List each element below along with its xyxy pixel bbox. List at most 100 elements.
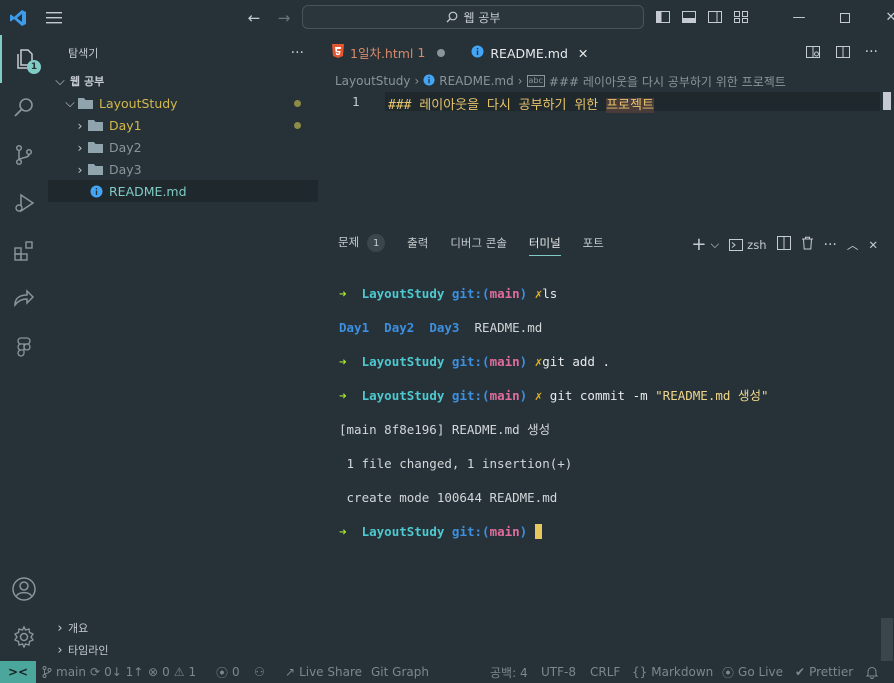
toggle-secondary-sidebar-icon[interactable]: [707, 9, 723, 25]
chevron-right-icon: ›: [77, 139, 83, 155]
chevron-right-icon: ›: [57, 620, 63, 636]
symbol-string-icon: abc: [526, 75, 545, 87]
hamburger-menu-icon[interactable]: [36, 0, 72, 35]
editor-more-button[interactable]: ···: [865, 44, 878, 63]
split-editor-icon[interactable]: [835, 44, 851, 63]
tree-item-day3[interactable]: › Day3: [48, 158, 318, 180]
open-preview-icon[interactable]: [805, 44, 821, 63]
editor-tabs: 1일차.html 1 README.md ✕ ···: [318, 35, 894, 70]
extensions-icon[interactable]: [0, 227, 48, 275]
title-bar: ← → 웹 공부 — ✕: [0, 0, 894, 35]
customize-layout-icon[interactable]: [733, 9, 749, 25]
folder-open-icon: [78, 95, 94, 111]
language-status[interactable]: {} Markdown: [632, 661, 713, 683]
breadcrumb-folder[interactable]: LayoutStudy: [335, 74, 410, 88]
tab-readme[interactable]: README.md ✕: [455, 35, 599, 70]
go-live-status[interactable]: ⦿ Go Live: [722, 661, 783, 683]
tab-label: 문제: [338, 234, 360, 249]
code-line[interactable]: ### 레이아웃을 다시 공부하기 위한 프로젝트: [388, 94, 654, 113]
tree-item-day1[interactable]: › Day1: [48, 114, 318, 136]
check-double-icon: ✔: [795, 665, 806, 679]
eol-status[interactable]: CRLF: [590, 661, 620, 683]
remote-indicator[interactable]: ><: [0, 661, 36, 683]
terminal-line: 1 file changed, 1 insertion(+): [339, 456, 573, 471]
outline-label: 개요: [68, 622, 89, 635]
git-sync[interactable]: ⟳ 0↓ 1↑: [90, 661, 143, 683]
code-editor[interactable]: 1 ### 레이아웃을 다시 공부하기 위한 프로젝트: [318, 90, 894, 220]
tab-problems[interactable]: 문제 1: [338, 234, 386, 253]
workspace-header[interactable]: ⌵ 웹 공부: [48, 70, 318, 92]
sidebar-more-button[interactable]: ···: [291, 45, 304, 61]
tab-ports[interactable]: 포트: [583, 235, 604, 251]
accounts-icon[interactable]: [0, 565, 48, 613]
ports-status[interactable]: ⦿ 0: [216, 661, 240, 683]
language-label: Markdown: [651, 665, 714, 679]
tab-debug-console[interactable]: 디버그 콘솔: [450, 235, 507, 251]
tab-badge: 1: [417, 45, 426, 60]
search-icon: [446, 11, 457, 23]
error-count: 0: [162, 665, 170, 679]
figma-icon[interactable]: [0, 323, 48, 371]
live-share-label: Live Share: [299, 665, 363, 679]
source-control-icon[interactable]: [0, 131, 48, 179]
trash-icon[interactable]: [801, 236, 814, 253]
git-branch[interactable]: main: [42, 661, 86, 683]
forward-icon[interactable]: →: [274, 8, 294, 28]
folder-icon: [88, 161, 104, 177]
debug-status[interactable]: ⚇: [254, 661, 265, 683]
minimize-icon[interactable]: —: [776, 0, 822, 35]
toggle-panel-icon[interactable]: [681, 9, 697, 25]
run-debug-icon[interactable]: [0, 179, 48, 227]
tab-output[interactable]: 출력: [407, 235, 428, 251]
back-icon[interactable]: ←: [244, 8, 264, 28]
folder-icon: [88, 139, 104, 155]
tree-item-readme[interactable]: README.md: [48, 180, 318, 202]
prettier-status[interactable]: ✔ Prettier: [795, 661, 853, 683]
panel-scrollbar[interactable]: [881, 618, 893, 661]
breadcrumb-file[interactable]: README.md: [439, 74, 513, 88]
notifications-bell-icon[interactable]: [866, 661, 878, 683]
panel-more-button[interactable]: ···: [824, 237, 837, 253]
close-window-icon[interactable]: ✕: [868, 0, 894, 35]
tab-terminal[interactable]: 터미널: [528, 235, 561, 256]
live-share-icon[interactable]: [0, 275, 48, 323]
tree-label: Day2: [109, 139, 142, 155]
maximize-icon[interactable]: [822, 0, 868, 35]
toggle-sidebar-icon[interactable]: [655, 9, 671, 25]
close-tab-icon[interactable]: ✕: [578, 46, 588, 61]
indentation-status[interactable]: 공백: 4: [490, 661, 528, 683]
chevron-right-icon: ›: [77, 117, 83, 133]
tree-item-layoutstudy[interactable]: ⌵ LayoutStudy: [48, 92, 318, 114]
sync-label: 0↓ 1↑: [104, 665, 144, 679]
live-share-status[interactable]: ↗ Live Share: [285, 661, 362, 683]
tree-label: LayoutStudy: [99, 95, 178, 111]
close-panel-icon[interactable]: ✕: [868, 238, 878, 252]
activity-bar: 1: [0, 35, 48, 661]
braces-icon: {}: [632, 665, 648, 679]
html5-icon: [332, 44, 344, 61]
search-text: 웹 공부: [463, 10, 501, 25]
chevron-down-icon[interactable]: ⌵: [710, 237, 719, 252]
search-view-icon[interactable]: [0, 83, 48, 131]
tab-html[interactable]: 1일차.html 1: [318, 35, 455, 70]
tree-label: README.md: [109, 183, 187, 199]
new-terminal-button[interactable]: +: [691, 234, 706, 255]
problems-status[interactable]: ⊗ 0 ⚠ 1: [148, 661, 196, 683]
git-graph-status[interactable]: Git Graph: [371, 661, 429, 683]
maximize-panel-icon[interactable]: ︿: [847, 237, 859, 253]
unsaved-dot[interactable]: [437, 48, 446, 57]
tree-item-day2[interactable]: › Day2: [48, 136, 318, 158]
command-center-search[interactable]: 웹 공부: [302, 5, 644, 29]
explorer-icon[interactable]: 1: [0, 35, 48, 83]
settings-gear-icon[interactable]: [0, 613, 48, 661]
split-terminal-icon[interactable]: [776, 236, 791, 253]
breadcrumb-symbol[interactable]: ### 레이아웃을 다시 공부하기 위한 프로젝트: [549, 73, 786, 90]
editor-scrollbar[interactable]: [883, 92, 891, 110]
terminal-output[interactable]: ➜ LayoutStudy git:(main) ✗ls Day1 Day2 D…: [339, 268, 768, 574]
broadcast-icon: ⦿: [216, 665, 229, 680]
timeline-section[interactable]: › 타임라인: [48, 639, 318, 661]
outline-section[interactable]: › 개요: [48, 617, 318, 639]
terminal-shell-selector[interactable]: zsh: [729, 238, 767, 252]
broadcast-icon: ⦿: [722, 665, 735, 680]
encoding-status[interactable]: UTF-8: [541, 661, 576, 683]
